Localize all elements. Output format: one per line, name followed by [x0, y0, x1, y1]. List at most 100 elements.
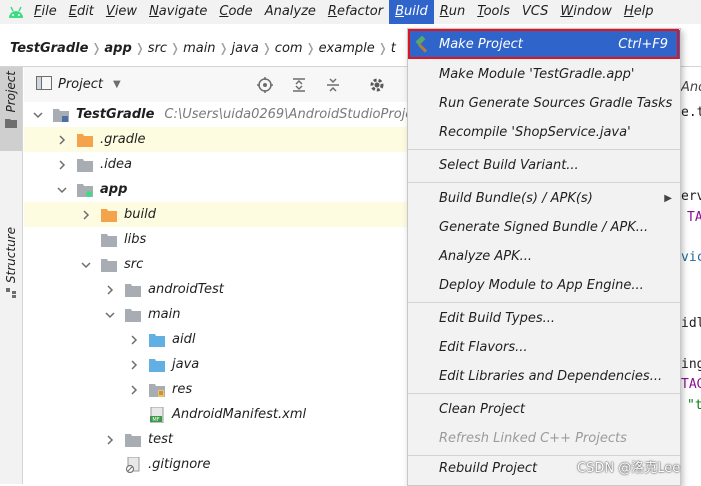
menu-view[interactable]: View — [100, 0, 143, 24]
menu-code[interactable]: Code — [213, 0, 258, 24]
module-folder-icon — [52, 106, 70, 124]
menu-item-analyze-apk[interactable]: Analyze APK... — [408, 242, 680, 271]
code-fragment: erv — [681, 189, 701, 204]
gray-folder-icon — [124, 281, 142, 299]
gray-folder-icon — [124, 431, 142, 449]
menu-vcs[interactable]: VCS — [516, 0, 554, 24]
menu-edit[interactable]: Edit — [63, 0, 100, 24]
menu-navigate[interactable]: Navigate — [143, 0, 213, 24]
project-view-selector[interactable]: Project — [58, 77, 103, 92]
breadcrumb-item-java[interactable]: java — [232, 41, 259, 56]
hammer-icon — [414, 35, 432, 58]
tree-row-build[interactable]: build — [24, 202, 409, 227]
build-menu-dropdown: Make Project Ctrl+F9 Make Module 'TestGr… — [407, 28, 681, 486]
breadcrumb-item-t[interactable]: t — [391, 41, 396, 56]
breadcrumb-item-src[interactable]: src — [148, 41, 167, 56]
breadcrumb-item-app[interactable]: app — [104, 41, 131, 56]
menu-window[interactable]: Window — [554, 0, 618, 24]
chevron-right-icon[interactable] — [54, 159, 70, 170]
code-fragment: ing — [681, 357, 701, 372]
menu-item-make-module[interactable]: Make Module 'TestGradle.app' — [408, 60, 680, 89]
tree-row-aidl[interactable]: aidl — [24, 327, 409, 352]
manifest-file-icon: MF — [148, 406, 166, 424]
tree-row-testgradle[interactable]: TestGradle C:\Users\uida0269\AndroidStud… — [24, 102, 409, 127]
breadcrumb-item-testgradle[interactable]: TestGradle — [10, 41, 88, 56]
menu-item-refresh-linked-cpp: Refresh Linked C++ Projects — [439, 431, 627, 446]
tool-tab-project[interactable]: Project — [0, 67, 22, 151]
chevron-down-icon[interactable] — [30, 110, 46, 120]
chevron-right-icon: ❭ — [170, 41, 181, 55]
tree-label: test — [148, 432, 173, 447]
menu-help[interactable]: Help — [618, 0, 660, 24]
menu-item-edit-libraries[interactable]: Edit Libraries and Dependencies... — [408, 362, 680, 391]
menu-item-make-project[interactable]: Make Project Ctrl+F9 — [408, 30, 680, 59]
tree-row-androidtest[interactable]: androidTest — [24, 277, 409, 302]
menu-analyze[interactable]: Analyze — [259, 0, 322, 24]
tool-tab-project-label: Project — [4, 71, 18, 113]
breadcrumb-item-com[interactable]: com — [275, 41, 303, 56]
gear-icon[interactable] — [368, 76, 386, 94]
tree-row-main[interactable]: main — [24, 302, 409, 327]
chevron-right-icon[interactable] — [54, 134, 70, 145]
code-fragment: TAG — [681, 377, 701, 392]
tree-row-test[interactable]: test — [24, 427, 409, 452]
tree-row-src[interactable]: src — [24, 252, 409, 277]
chevron-right-icon[interactable] — [78, 209, 94, 220]
submenu-arrow-icon: ▶ — [664, 193, 672, 204]
menu-item-build-bundle-apk[interactable]: Build Bundle(s) / APK(s) ▶ — [408, 184, 680, 213]
menu-item-run-generate-sources[interactable]: Run Generate Sources Gradle Tasks — [408, 89, 680, 118]
gray-folder-icon — [100, 231, 118, 249]
code-fragment: e.t — [681, 105, 701, 120]
menu-item-edit-build-types[interactable]: Edit Build Types... — [408, 304, 680, 333]
breadcrumb-item-example[interactable]: example — [319, 41, 375, 56]
menu-separator — [408, 393, 680, 394]
tool-tab-structure[interactable]: Structure — [0, 227, 22, 317]
tree-row-res[interactable]: res — [24, 377, 409, 402]
tree-row-libs[interactable]: libs — [24, 227, 409, 252]
menu-item-generate-signed-bundle[interactable]: Generate Signed Bundle / APK... — [408, 213, 680, 242]
chevron-down-icon[interactable] — [54, 185, 70, 195]
menu-item-clean-project[interactable]: Clean Project — [408, 395, 680, 424]
menu-item-recompile[interactable]: Recompile 'ShopService.java' — [408, 118, 680, 147]
tree-row-java[interactable]: java — [24, 352, 409, 377]
breadcrumb-item-main[interactable]: main — [183, 41, 215, 56]
svg-text:MF: MF — [152, 417, 159, 423]
chevron-down-icon[interactable] — [102, 310, 118, 320]
collapse-all-icon[interactable] — [324, 76, 342, 94]
tree-row-androidmanifest[interactable]: MF AndroidManifest.xml — [24, 402, 409, 427]
menu-item-edit-flavors[interactable]: Edit Flavors... — [408, 333, 680, 362]
menu-item-select-build-variant[interactable]: Select Build Variant... — [408, 151, 680, 180]
project-tree: TestGradle C:\Users\uida0269\AndroidStud… — [24, 102, 409, 484]
menu-build[interactable]: Build — [389, 0, 434, 24]
menu-item-deploy-module[interactable]: Deploy Module to App Engine... — [408, 271, 680, 300]
module-folder-icon — [76, 181, 94, 199]
menu-tools[interactable]: Tools — [471, 0, 516, 24]
editor-tab-label[interactable]: And — [681, 80, 701, 95]
locate-target-icon[interactable] — [256, 76, 274, 94]
chevron-right-icon[interactable] — [126, 384, 142, 395]
chevron-down-icon[interactable] — [78, 260, 94, 270]
chevron-right-icon[interactable] — [126, 334, 142, 345]
tree-row-app[interactable]: app — [24, 177, 409, 202]
blue-folder-icon — [148, 356, 166, 374]
menu-run[interactable]: Run — [434, 0, 472, 24]
chevron-down-icon[interactable]: ▼ — [113, 79, 121, 90]
chevron-right-icon[interactable] — [102, 284, 118, 295]
menu-refactor[interactable]: Refactor — [322, 0, 389, 24]
code-fragment: idl — [681, 316, 701, 331]
expand-all-icon[interactable] — [290, 76, 308, 94]
gitignore-file-icon — [124, 456, 142, 474]
chevron-right-icon: ❭ — [305, 41, 316, 55]
chevron-right-icon: ❭ — [261, 41, 272, 55]
tree-row-gitignore[interactable]: .gitignore — [24, 452, 409, 477]
chevron-right-icon: ❭ — [134, 41, 145, 55]
orange-folder-icon — [100, 206, 118, 224]
tree-row-idea[interactable]: .idea — [24, 152, 409, 177]
chevron-right-icon[interactable] — [126, 359, 142, 370]
menu-bar: File Edit View Navigate Code Analyze Ref… — [0, 0, 701, 24]
menu-file[interactable]: File — [28, 0, 63, 24]
tree-row-gradle[interactable]: .gradle — [24, 127, 409, 152]
chevron-right-icon[interactable] — [102, 434, 118, 445]
chevron-right-icon: ❭ — [91, 41, 102, 55]
res-folder-icon — [148, 381, 166, 399]
